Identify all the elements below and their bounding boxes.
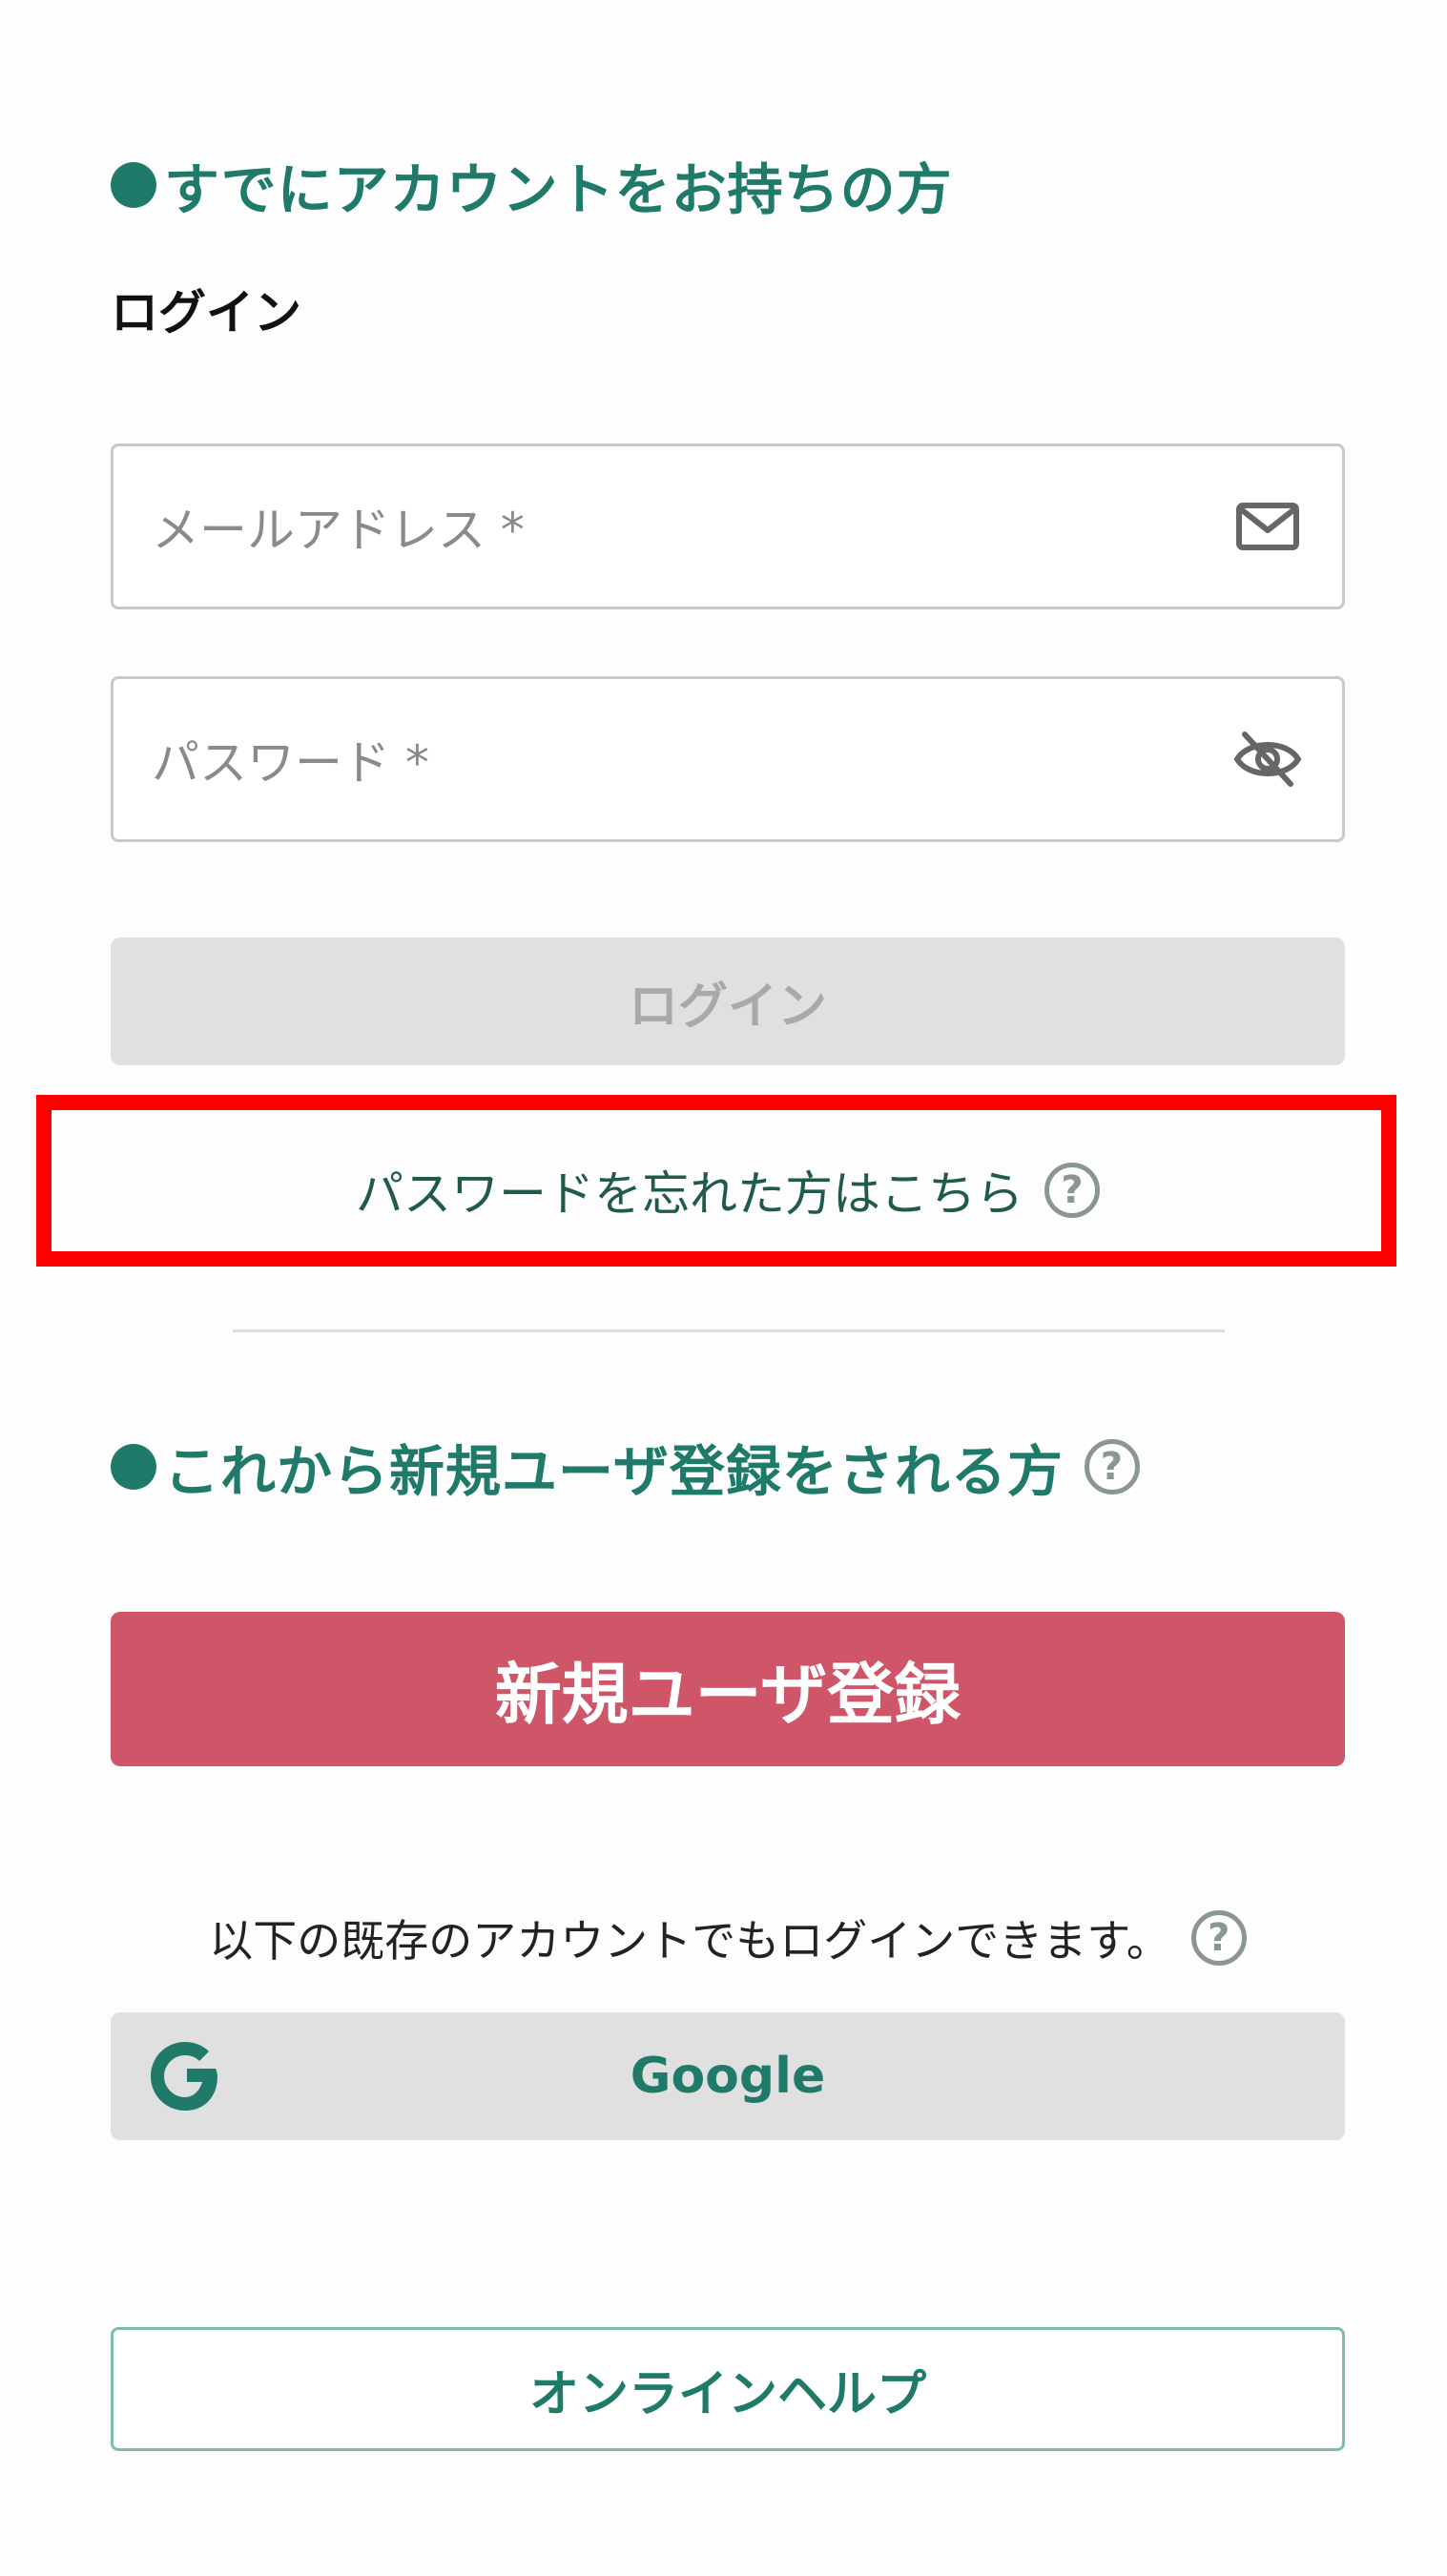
- login-section-heading: すでにアカウントをお持ちの方: [111, 145, 953, 225]
- question-circle-icon[interactable]: ?: [1084, 1439, 1140, 1494]
- forgot-password-link[interactable]: パスワードを忘れた方はこちら ?: [111, 1143, 1345, 1238]
- register-section-heading-text: これから新規ユーザ登録をされる方: [164, 1439, 1064, 1504]
- password-placeholder: パスワード *: [152, 735, 429, 791]
- section-divider: [233, 1329, 1225, 1332]
- register-button[interactable]: 新規ユーザ登録: [111, 1612, 1345, 1766]
- google-login-button[interactable]: Google: [111, 2012, 1345, 2140]
- question-circle-icon[interactable]: ?: [1044, 1163, 1100, 1218]
- forgot-password-text: パスワードを忘れた方はこちら: [356, 1166, 1023, 1222]
- question-circle-icon[interactable]: ?: [1190, 1910, 1247, 1966]
- email-field[interactable]: メールアドレス *: [111, 443, 1345, 609]
- password-field[interactable]: パスワード *: [111, 676, 1345, 842]
- bullet-dot-icon: [111, 1444, 156, 1490]
- login-button[interactable]: ログイン: [111, 938, 1345, 1065]
- mail-icon: [1236, 503, 1299, 550]
- online-help-button[interactable]: オンラインヘルプ: [111, 2327, 1345, 2451]
- google-button-label: Google: [630, 2048, 826, 2105]
- bullet-dot-icon: [111, 162, 156, 208]
- eye-off-icon[interactable]: [1231, 723, 1304, 795]
- email-placeholder: メールアドレス *: [152, 503, 525, 558]
- register-section-heading: これから新規ユーザ登録をされる方 ?: [111, 1427, 1140, 1507]
- alt-login-text: 以下の既存のアカウントでもログインできます。 ?: [111, 1900, 1345, 1976]
- login-section-heading-text: すでにアカウントをお持ちの方: [164, 157, 953, 222]
- google-g-icon: [151, 2042, 217, 2111]
- login-subheading: ログイン: [111, 285, 301, 340]
- alt-login-label: 以下の既存のアカウントでもログインできます。: [209, 1915, 1170, 1967]
